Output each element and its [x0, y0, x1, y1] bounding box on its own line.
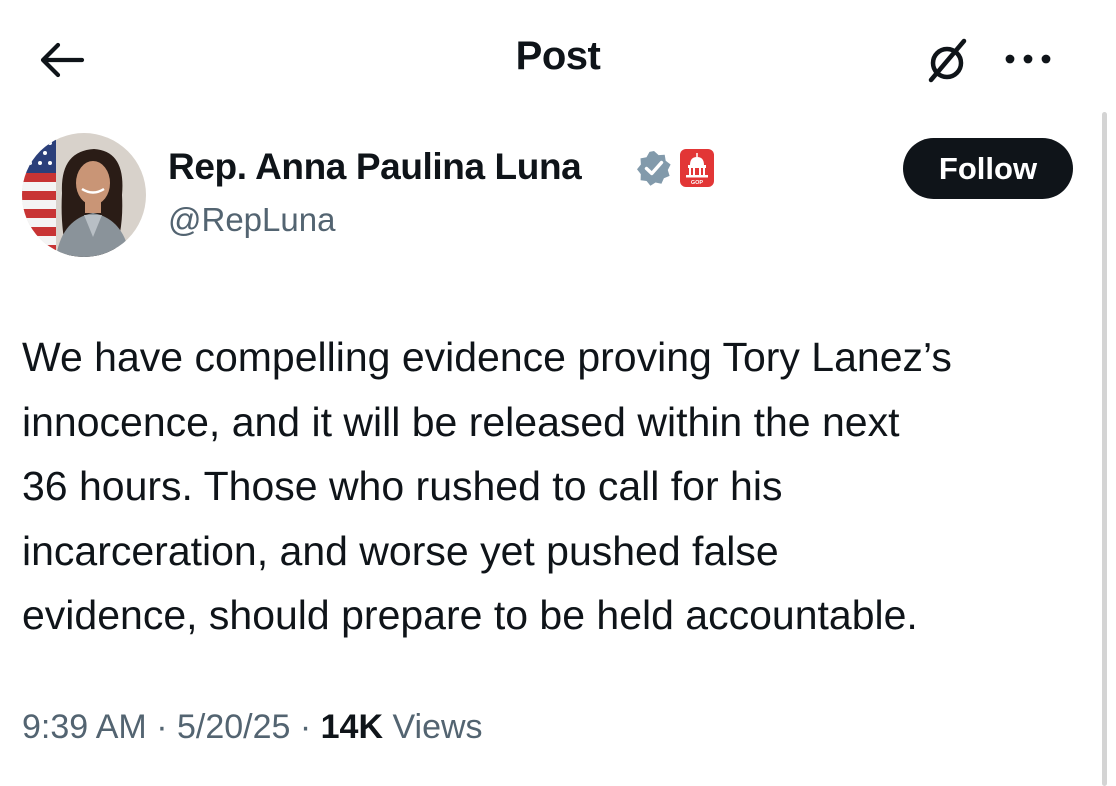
affiliate-badge-text: GOP	[691, 180, 704, 186]
post-time[interactable]: 9:39 AM	[22, 708, 147, 746]
top-bar: Post	[0, 0, 1116, 118]
post-metadata: 9:39 AM · 5/20/25 · 14K Views	[22, 708, 483, 747]
post-text-line: incarceration, and worse yet pushed fals…	[22, 527, 779, 574]
more-horizontal-icon	[1005, 54, 1051, 64]
post-text: We have compelling evidence proving Tory…	[22, 325, 1094, 648]
capitol-affiliate-badge-icon[interactable]: GOP	[680, 149, 714, 187]
author-handle[interactable]: @RepLuna	[168, 201, 335, 239]
more-options-button[interactable]	[1000, 44, 1056, 74]
back-button[interactable]	[36, 38, 88, 82]
verified-badge-icon	[636, 150, 672, 186]
views-count[interactable]: 14K	[321, 708, 383, 746]
post-text-line: evidence, should prepare to be held acco…	[22, 592, 918, 638]
meta-separator: ·	[290, 708, 321, 746]
avatar-image	[22, 133, 146, 257]
meta-separator: ·	[146, 708, 177, 746]
grok-button[interactable]	[924, 36, 972, 86]
post-text-line: 36 hours. Those who rushed to call for h…	[22, 463, 783, 509]
views-label: Views	[383, 708, 483, 746]
avatar[interactable]	[22, 133, 146, 257]
post-date[interactable]: 5/20/25	[177, 708, 290, 746]
scrollbar[interactable]	[1102, 112, 1107, 786]
follow-button[interactable]: Follow	[903, 138, 1073, 199]
post-text-line: innocence, and it will be released withi…	[22, 398, 900, 445]
arrow-left-icon	[40, 42, 85, 78]
post-text-line: We have compelling evidence proving Tory…	[22, 334, 952, 380]
author-display-name[interactable]: Rep. Anna Paulina Luna	[168, 146, 582, 188]
grok-icon	[928, 38, 967, 83]
